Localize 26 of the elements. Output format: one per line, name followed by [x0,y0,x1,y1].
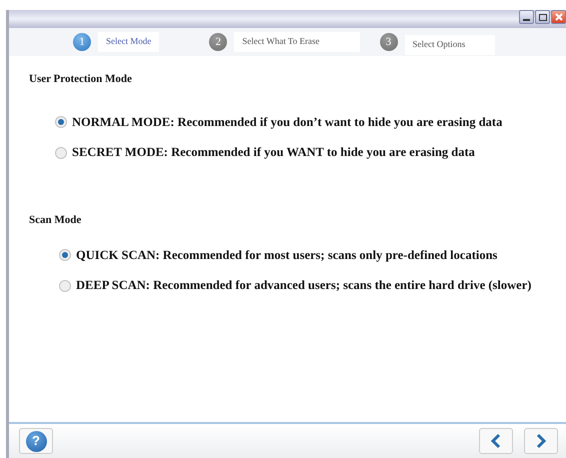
chevron-right-icon [536,433,546,449]
step-label: Select What To Erase [234,32,360,52]
radio-button[interactable] [55,146,67,159]
help-button[interactable]: ? [19,428,53,454]
section-heading: User Protection Mode [29,72,133,87]
step-number: 3 [380,33,398,51]
option-label: NORMAL MODE: Recommended if you don’t want to hide you are erasing data [72,114,502,131]
minimize-button[interactable] [519,10,534,24]
maximize-icon [538,14,546,20]
step-label: Select Mode [98,32,160,52]
step-number: 2 [209,33,228,51]
step-number: 1 [73,33,91,51]
option-label: QUICK SCAN: Recommended for most users; scans only pre-defined locations [76,246,498,264]
section-heading: Scan Mode [29,213,82,228]
radio-button[interactable] [55,116,67,128]
close-button[interactable] [551,10,566,24]
option-label: DEEP SCAN: Recommended for advanced users; scans the entire hard drive (slower) [76,277,532,294]
radio-button[interactable] [59,248,71,261]
next-button[interactable] [524,428,558,454]
chevron-left-icon [491,433,501,449]
step-label: Select Options [404,35,496,55]
radio-button[interactable] [59,280,71,292]
option-label: SECRET MODE: Recommended if you WANT to hide you are erasing data [72,144,475,162]
back-button[interactable] [479,428,513,454]
maximize-button[interactable] [535,10,550,24]
close-icon [554,13,562,21]
